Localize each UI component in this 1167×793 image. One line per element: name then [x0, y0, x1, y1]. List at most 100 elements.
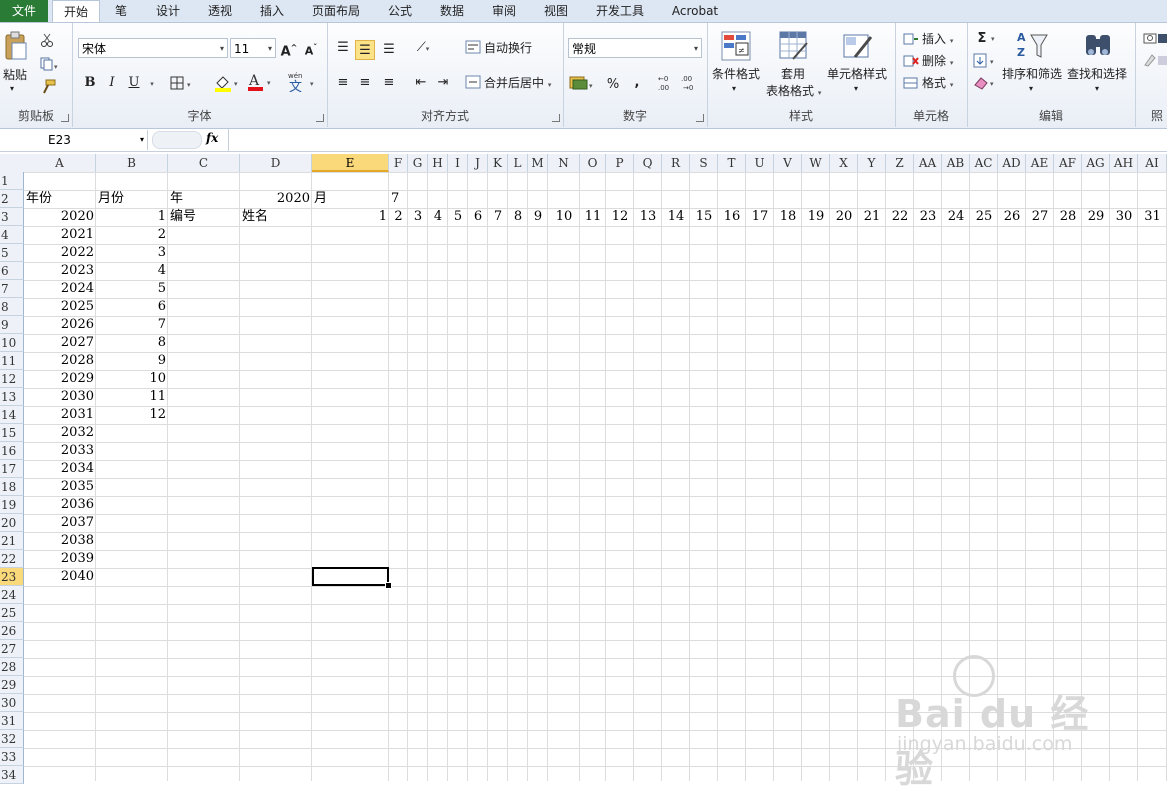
- cell-B7[interactable]: 5: [96, 280, 168, 298]
- wrap-text-icon[interactable]: [465, 40, 481, 57]
- insert-function-icon[interactable]: fx: [206, 131, 218, 145]
- cell-B11[interactable]: 9: [96, 352, 168, 370]
- format-as-table-button[interactable]: 表格格式 ▾: [766, 83, 821, 101]
- active-cell-border[interactable]: [312, 567, 389, 586]
- cell-K3[interactable]: 7: [488, 208, 508, 226]
- cut-icon[interactable]: [40, 33, 54, 50]
- cell-D3[interactable]: 姓名: [240, 208, 312, 226]
- cell-F3[interactable]: 2: [389, 208, 408, 226]
- column-header-Q[interactable]: Q: [634, 154, 662, 172]
- column-header-AD[interactable]: AD: [998, 154, 1026, 172]
- row-header-33[interactable]: 33: [0, 748, 24, 766]
- cell-B12[interactable]: 10: [96, 370, 168, 388]
- underline-button[interactable]: U: [124, 73, 144, 93]
- cell-A21[interactable]: 2038: [24, 532, 96, 550]
- column-header-AH[interactable]: AH: [1110, 154, 1138, 172]
- font-name-select[interactable]: 宋体 ▾: [78, 38, 228, 58]
- row-header-17[interactable]: 17: [0, 460, 24, 478]
- row-header-6[interactable]: 6: [0, 262, 24, 280]
- cell-AI3[interactable]: 31: [1138, 208, 1167, 226]
- row-header-31[interactable]: 31: [0, 712, 24, 730]
- cell-A16[interactable]: 2033: [24, 442, 96, 460]
- tab-acrobat[interactable]: Acrobat: [664, 0, 726, 22]
- cell-N3[interactable]: 10: [548, 208, 580, 226]
- cell-C2[interactable]: 年: [168, 190, 240, 208]
- column-header-P[interactable]: P: [606, 154, 634, 172]
- column-header-G[interactable]: G: [408, 154, 428, 172]
- merge-center-icon[interactable]: [465, 75, 481, 92]
- cell-Z3[interactable]: 22: [886, 208, 914, 226]
- cell-G3[interactable]: 3: [408, 208, 428, 226]
- align-middle-icon[interactable]: ☰: [355, 40, 375, 60]
- bold-button[interactable]: B: [80, 73, 100, 93]
- conditional-format-dropdown-icon[interactable]: ▾: [732, 81, 736, 97]
- sort-filter-dropdown-icon[interactable]: ▾: [1029, 81, 1033, 97]
- align-left-icon[interactable]: ≡: [333, 73, 353, 93]
- cell-A3[interactable]: 2020: [24, 208, 96, 226]
- sort-filter-icon[interactable]: AZ: [1015, 29, 1049, 64]
- copy-icon[interactable]: ▾: [40, 57, 60, 74]
- cell-A2[interactable]: 年份: [24, 190, 96, 208]
- row-header-20[interactable]: 20: [0, 514, 24, 532]
- decrease-indent-icon[interactable]: ⇤: [411, 73, 431, 93]
- clear-icon[interactable]: ▾: [973, 75, 1001, 94]
- column-header-J[interactable]: J: [468, 154, 488, 172]
- cell-E2[interactable]: 月: [312, 190, 389, 208]
- paste-button[interactable]: 粘贴: [3, 67, 27, 83]
- row-header-26[interactable]: 26: [0, 622, 24, 640]
- cell-B5[interactable]: 3: [96, 244, 168, 262]
- border-icon[interactable]: ▾: [170, 76, 196, 93]
- increase-decimal-icon[interactable]: ←0.00: [658, 73, 678, 94]
- font-launcher[interactable]: [316, 114, 324, 122]
- row-header-1[interactable]: 1: [0, 172, 24, 190]
- cell-B6[interactable]: 4: [96, 262, 168, 280]
- cell-styles-dropdown-icon[interactable]: ▾: [854, 81, 858, 97]
- row-header-29[interactable]: 29: [0, 676, 24, 694]
- autosum-button[interactable]: Σ: [972, 29, 992, 49]
- camera-icon[interactable]: [1143, 31, 1167, 48]
- column-header-M[interactable]: M: [528, 154, 548, 172]
- name-box[interactable]: E23 ▾: [0, 130, 148, 150]
- row-header-10[interactable]: 10: [0, 334, 24, 352]
- cell-A6[interactable]: 2023: [24, 262, 96, 280]
- row-header-12[interactable]: 12: [0, 370, 24, 388]
- find-select-dropdown-icon[interactable]: ▾: [1095, 81, 1099, 97]
- format-painter-icon[interactable]: [40, 79, 56, 98]
- column-header-E[interactable]: E: [312, 154, 389, 172]
- clipboard-launcher[interactable]: [61, 114, 69, 122]
- row-header-13[interactable]: 13: [0, 388, 24, 406]
- align-bottom-icon[interactable]: ☰: [379, 40, 399, 60]
- cell-AC3[interactable]: 25: [970, 208, 998, 226]
- cell-D2[interactable]: 2020: [240, 190, 312, 208]
- column-header-K[interactable]: K: [488, 154, 508, 172]
- cell-A23[interactable]: 2040: [24, 568, 96, 586]
- column-header-R[interactable]: R: [662, 154, 690, 172]
- cell-U3[interactable]: 17: [746, 208, 774, 226]
- tab-data[interactable]: 数据: [432, 0, 472, 22]
- row-header-30[interactable]: 30: [0, 694, 24, 712]
- column-header-AB[interactable]: AB: [942, 154, 970, 172]
- cell-B13[interactable]: 11: [96, 388, 168, 406]
- cell-B14[interactable]: 12: [96, 406, 168, 424]
- column-header-AF[interactable]: AF: [1054, 154, 1082, 172]
- tab-view[interactable]: 视图: [536, 0, 576, 22]
- cell-A18[interactable]: 2035: [24, 478, 96, 496]
- increase-indent-icon[interactable]: ⇥: [433, 73, 453, 93]
- row-header-14[interactable]: 14: [0, 406, 24, 424]
- cell-I3[interactable]: 5: [448, 208, 468, 226]
- row-header-24[interactable]: 24: [0, 586, 24, 604]
- row-header-5[interactable]: 5: [0, 244, 24, 262]
- cell-A22[interactable]: 2039: [24, 550, 96, 568]
- column-header-AG[interactable]: AG: [1082, 154, 1110, 172]
- phonetic-icon[interactable]: wén 文 ▾: [286, 70, 320, 97]
- cell-Y3[interactable]: 21: [858, 208, 886, 226]
- cell-AF3[interactable]: 28: [1054, 208, 1082, 226]
- cell-V3[interactable]: 18: [774, 208, 802, 226]
- cell-AB3[interactable]: 24: [942, 208, 970, 226]
- cell-A11[interactable]: 2028: [24, 352, 96, 370]
- cell-Q3[interactable]: 13: [634, 208, 662, 226]
- format-cells-button[interactable]: 格式 ▾: [922, 75, 953, 93]
- row-header-7[interactable]: 7: [0, 280, 24, 298]
- cell-A15[interactable]: 2032: [24, 424, 96, 442]
- tab-design[interactable]: 设计: [148, 0, 188, 22]
